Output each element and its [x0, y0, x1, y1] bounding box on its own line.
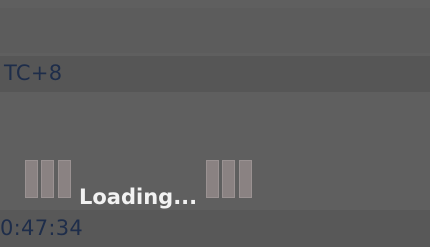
- loading-label: Loading...: [79, 185, 198, 209]
- spinner-bar: [41, 160, 54, 198]
- spinner-bar: [206, 160, 219, 198]
- header-bar: [0, 8, 430, 53]
- clock-time: 0:47:34: [0, 216, 84, 240]
- loading-spinner-right-icon: [206, 160, 256, 200]
- loading-spinner-left-icon: [25, 160, 75, 200]
- spinner-bar: [58, 160, 71, 198]
- spinner-bar: [25, 160, 38, 198]
- spinner-bar: [222, 160, 235, 198]
- timezone-label: TC+8: [4, 61, 63, 85]
- loading-panel: TC+8 Loading... 0:47:34: [0, 0, 430, 247]
- screen: TC+8 Loading... 0:47:34: [0, 0, 437, 247]
- spinner-bar: [239, 160, 252, 198]
- timezone-row: [0, 56, 430, 92]
